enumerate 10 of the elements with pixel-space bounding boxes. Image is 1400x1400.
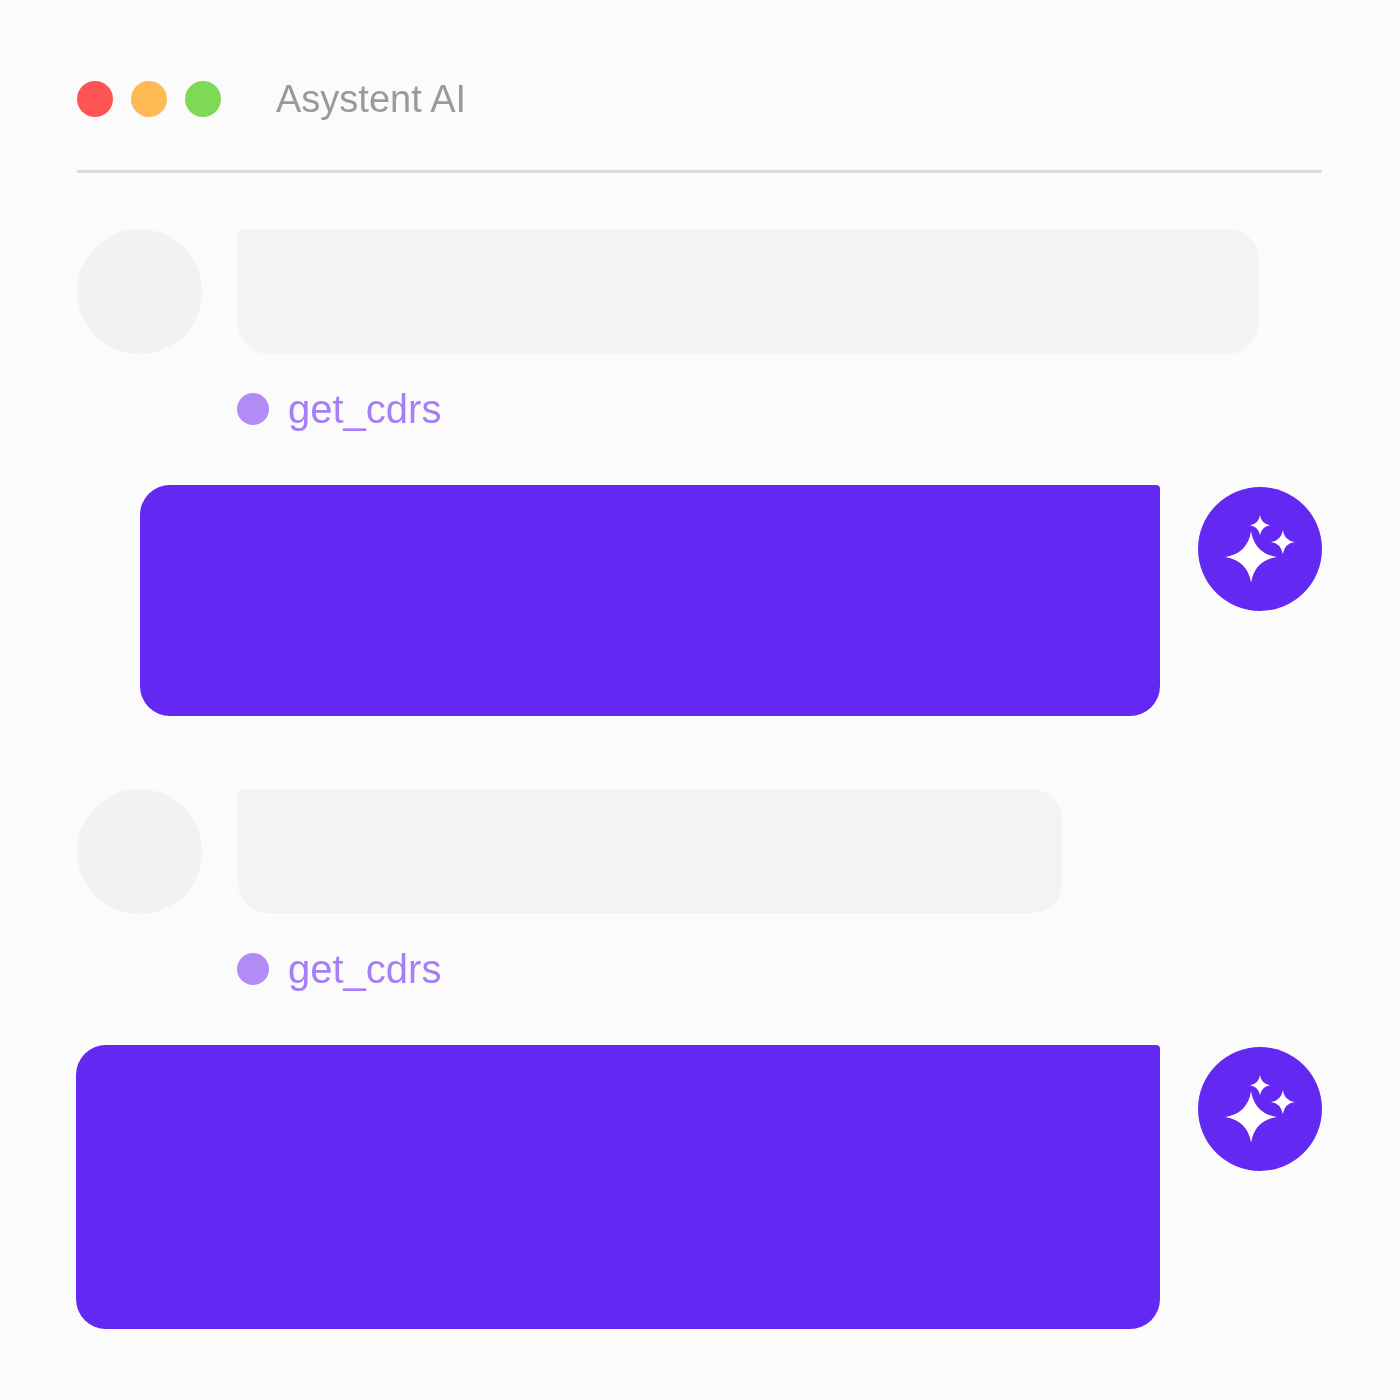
- close-icon[interactable]: [77, 81, 113, 117]
- tool-name: get_cdrs: [288, 947, 442, 991]
- minimize-icon[interactable]: [131, 81, 167, 117]
- maximize-icon[interactable]: [185, 81, 221, 117]
- window-title: Asystent AI: [276, 77, 467, 121]
- status-dot-icon: [237, 953, 269, 985]
- status-dot-icon: [237, 393, 269, 425]
- tool-name: get_cdrs: [288, 387, 442, 431]
- sparkles-icon: [1198, 487, 1322, 611]
- sparkles-icon: [1198, 1047, 1322, 1171]
